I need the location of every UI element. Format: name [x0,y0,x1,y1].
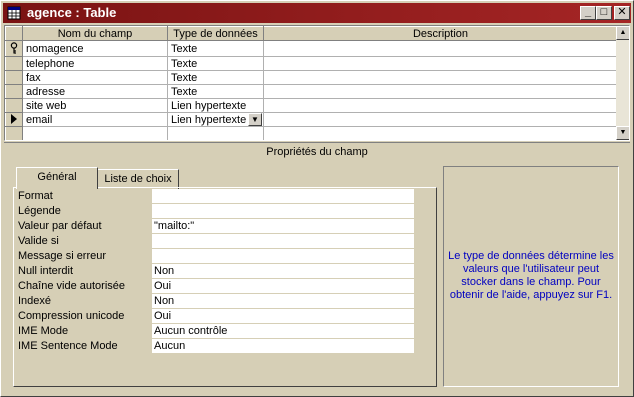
field-name-cell[interactable]: telephone [22,56,168,71]
tab-liste-de-choix[interactable]: Liste de choix [97,169,179,189]
field-grid: Nom du champ Type de données Description… [4,25,630,141]
property-required-input[interactable]: Non [152,264,414,278]
minimize-button[interactable]: _ [580,6,596,20]
current-row-arrow-icon [11,114,17,124]
properties-panel: Format Légende Valeur par défaut "mailto… [13,187,437,387]
description-cell[interactable] [263,84,618,99]
key-icon [10,42,18,54]
property-row: Message si erreur [18,249,428,264]
description-cell[interactable] [263,56,618,71]
property-label: Compression unicode [18,310,125,322]
property-row: Légende [18,204,428,219]
header-description[interactable]: Description [263,26,618,41]
property-label: IME Sentence Mode [18,340,118,352]
field-name-cell[interactable]: adresse [22,84,168,99]
property-validation-rule-input[interactable] [152,234,414,248]
row-selector[interactable] [5,112,23,127]
description-cell[interactable] [263,70,618,85]
property-row: Valide si [18,234,428,249]
property-row: Indexé Non [18,294,428,309]
field-name-cell[interactable] [22,126,168,140]
row-selector[interactable] [5,84,23,99]
field-name-cell[interactable]: site web [22,98,168,113]
table-row[interactable]: telephone Texte [5,56,618,71]
table-design-window: agence : Table _ □ ✕ Nom du champ Type d… [0,0,634,397]
row-selector[interactable] [5,126,23,140]
maximize-button[interactable]: □ [596,6,612,20]
property-validation-text-input[interactable] [152,249,414,263]
row-selector[interactable] [5,70,23,85]
header-field-name[interactable]: Nom du champ [22,26,168,41]
table-row[interactable]: fax Texte [5,70,618,85]
property-row: IME Mode Aucun contrôle [18,324,428,339]
property-allow-zero-length-input[interactable]: Oui [152,279,414,293]
property-label: Valeur par défaut [18,220,102,232]
tab-general[interactable]: Général [16,167,98,189]
property-label: Indexé [18,295,52,307]
header-selector[interactable] [5,26,23,41]
grid-header-row: Nom du champ Type de données Description [5,26,618,41]
scroll-up-icon[interactable]: ▲ [616,26,629,40]
property-label: Chaîne vide autorisée [18,280,126,292]
data-type-cell[interactable]: Texte [167,40,264,57]
data-type-value: Lien hypertexte [171,113,247,126]
property-label: Valide si [18,235,59,247]
property-label: Légende [18,205,61,217]
property-default-value-input[interactable]: "mailto:" [152,219,414,233]
property-row: Format [18,189,428,204]
description-cell[interactable] [263,98,618,113]
property-label: Null interdit [18,265,74,277]
property-ime-sentence-mode-input[interactable]: Aucun [152,339,414,353]
property-row: IME Sentence Mode Aucun [18,339,428,354]
header-data-type[interactable]: Type de données [167,26,264,41]
property-row: Compression unicode Oui [18,309,428,324]
table-icon [7,6,21,20]
property-unicode-compression-input[interactable]: Oui [152,309,414,323]
field-name-cell[interactable]: nomagence [22,40,168,57]
property-label: IME Mode [18,325,69,337]
data-type-cell[interactable]: Texte [167,84,264,99]
row-selector[interactable] [5,56,23,71]
dropdown-arrow-icon[interactable]: ▼ [248,113,262,126]
help-box: Le type de données détermine les valeurs… [443,166,619,387]
property-row: Null interdit Non [18,264,428,279]
data-type-cell[interactable]: Lien hypertexte [167,98,264,113]
property-legende-input[interactable] [152,204,414,218]
data-type-combo[interactable]: Lien hypertexte ▼ [167,112,264,127]
data-type-cell[interactable]: Texte [167,56,264,71]
window-title: agence : Table [27,5,117,20]
data-type-cell[interactable]: Texte [167,70,264,85]
table-row[interactable]: site web Lien hypertexte [5,98,618,113]
property-row: Chaîne vide autorisée Oui [18,279,428,294]
row-selector[interactable] [5,98,23,113]
data-type-cell[interactable] [167,126,264,140]
field-properties-title: Propriétés du champ [4,142,630,160]
property-label: Message si erreur [18,250,107,262]
scroll-down-icon[interactable]: ▼ [616,126,629,140]
table-row[interactable]: email Lien hypertexte ▼ [5,112,618,127]
field-name-cell[interactable]: email [22,112,168,127]
help-text: Le type de données détermine les valeurs… [448,250,614,301]
property-ime-mode-input[interactable]: Aucun contrôle [152,324,414,338]
vertical-scrollbar[interactable]: ▲ ▼ [616,26,629,140]
close-button[interactable]: ✕ [614,6,630,20]
row-selector[interactable] [5,40,23,57]
field-name-cell[interactable]: fax [22,70,168,85]
property-indexed-input[interactable]: Non [152,294,414,308]
property-format-input[interactable] [152,189,414,203]
property-label: Format [18,190,53,202]
table-row[interactable] [5,126,618,140]
table-row[interactable]: adresse Texte [5,84,618,99]
description-cell[interactable] [263,112,618,127]
description-cell[interactable] [263,40,618,57]
table-row[interactable]: nomagence Texte [5,40,618,57]
title-bar[interactable]: agence : Table _ □ ✕ [3,3,631,23]
property-row: Valeur par défaut "mailto:" [18,219,428,234]
description-cell[interactable] [263,126,618,140]
